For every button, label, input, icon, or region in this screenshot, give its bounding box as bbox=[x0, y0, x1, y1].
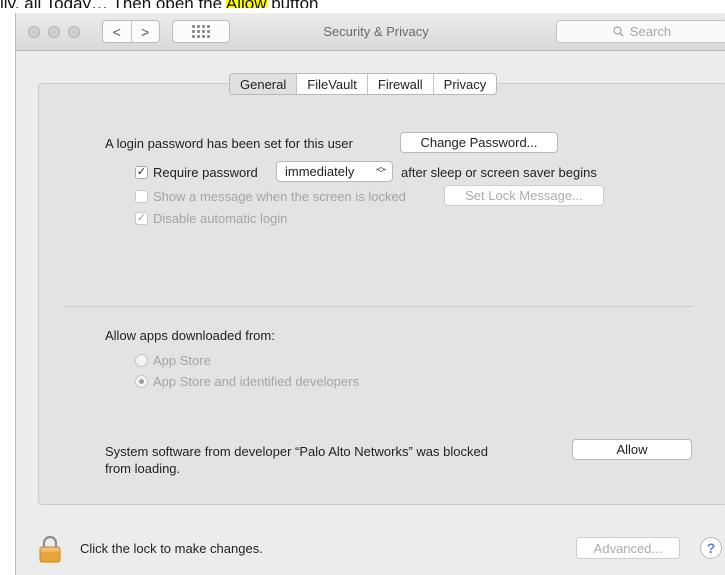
window-title: Security & Privacy bbox=[323, 24, 429, 39]
search-input[interactable]: Search bbox=[556, 20, 725, 43]
tab-filevault[interactable]: FileVault bbox=[296, 74, 367, 94]
title-bar: < > Security & Privacy Search bbox=[16, 13, 725, 51]
lock-instruction-text: Click the lock to make changes. bbox=[80, 541, 263, 556]
radio-identified-developers-label: App Store and identified developers bbox=[153, 374, 359, 389]
login-password-text: A login password has been set for this u… bbox=[105, 136, 353, 151]
change-password-button[interactable]: Change Password... bbox=[400, 132, 558, 153]
advanced-button[interactable]: Advanced... bbox=[576, 537, 680, 559]
grid-icon bbox=[192, 25, 210, 38]
caption-text-before: ily, all Today… Then open the bbox=[0, 0, 226, 8]
chevron-right-icon: > bbox=[141, 23, 150, 40]
blocked-software-text-line1: System software from developer “Palo Alt… bbox=[105, 444, 488, 459]
security-privacy-window: < > Security & Privacy Search General Fi… bbox=[15, 13, 725, 575]
show-message-label: Show a message when the screen is locked bbox=[153, 189, 406, 204]
back-button[interactable]: < bbox=[103, 21, 131, 42]
disable-automatic-login-label: Disable automatic login bbox=[153, 211, 288, 226]
require-password-checkbox[interactable]: ✓ bbox=[135, 166, 148, 179]
tab-bar: General FileVault Firewall Privacy bbox=[229, 73, 498, 95]
navigation-buttons: < > bbox=[102, 20, 160, 43]
disable-automatic-login-checkbox[interactable]: ✓ bbox=[135, 212, 148, 225]
search-icon bbox=[613, 26, 624, 37]
show-all-button[interactable] bbox=[172, 20, 230, 43]
tutorial-caption: ily, all Today… Then open the Allow butt… bbox=[0, 0, 725, 8]
zoom-window-button[interactable] bbox=[68, 26, 80, 38]
help-button[interactable]: ? bbox=[700, 537, 722, 559]
radio-selected-dot bbox=[139, 379, 144, 384]
minimize-window-button[interactable] bbox=[48, 26, 60, 38]
select-arrows-icon: ︿ ﹀ bbox=[376, 162, 386, 180]
caption-text-after: button bbox=[267, 0, 318, 8]
forward-button[interactable]: > bbox=[130, 21, 160, 42]
after-sleep-text: after sleep or screen saver begins bbox=[401, 165, 597, 180]
tab-general[interactable]: General bbox=[230, 74, 297, 94]
tab-privacy[interactable]: Privacy bbox=[432, 74, 497, 94]
set-lock-message-button[interactable]: Set Lock Message... bbox=[444, 185, 604, 206]
require-password-delay-select[interactable]: immediately ︿ ﹀ bbox=[276, 161, 393, 182]
radio-app-store-label: App Store bbox=[153, 353, 211, 368]
lock-icon[interactable] bbox=[39, 535, 61, 563]
require-password-delay-value: immediately bbox=[285, 164, 355, 179]
blocked-software-text-line2: from loading. bbox=[105, 461, 181, 476]
section-divider bbox=[63, 306, 693, 307]
allow-apps-title: Allow apps downloaded from: bbox=[105, 328, 275, 343]
chevron-left-icon: < bbox=[112, 23, 121, 40]
radio-app-store[interactable] bbox=[135, 354, 148, 367]
close-window-button[interactable] bbox=[28, 26, 40, 38]
caption-highlight: Allow bbox=[225, 0, 267, 8]
general-panel: A login password has been set for this u… bbox=[38, 83, 725, 505]
show-message-checkbox[interactable] bbox=[135, 190, 148, 203]
search-placeholder: Search bbox=[629, 24, 672, 39]
question-mark-icon: ? bbox=[706, 540, 716, 556]
allow-button[interactable]: Allow bbox=[572, 439, 692, 460]
tab-firewall[interactable]: Firewall bbox=[366, 74, 433, 94]
radio-identified-developers[interactable] bbox=[135, 375, 148, 388]
require-password-label: Require password bbox=[153, 165, 258, 180]
